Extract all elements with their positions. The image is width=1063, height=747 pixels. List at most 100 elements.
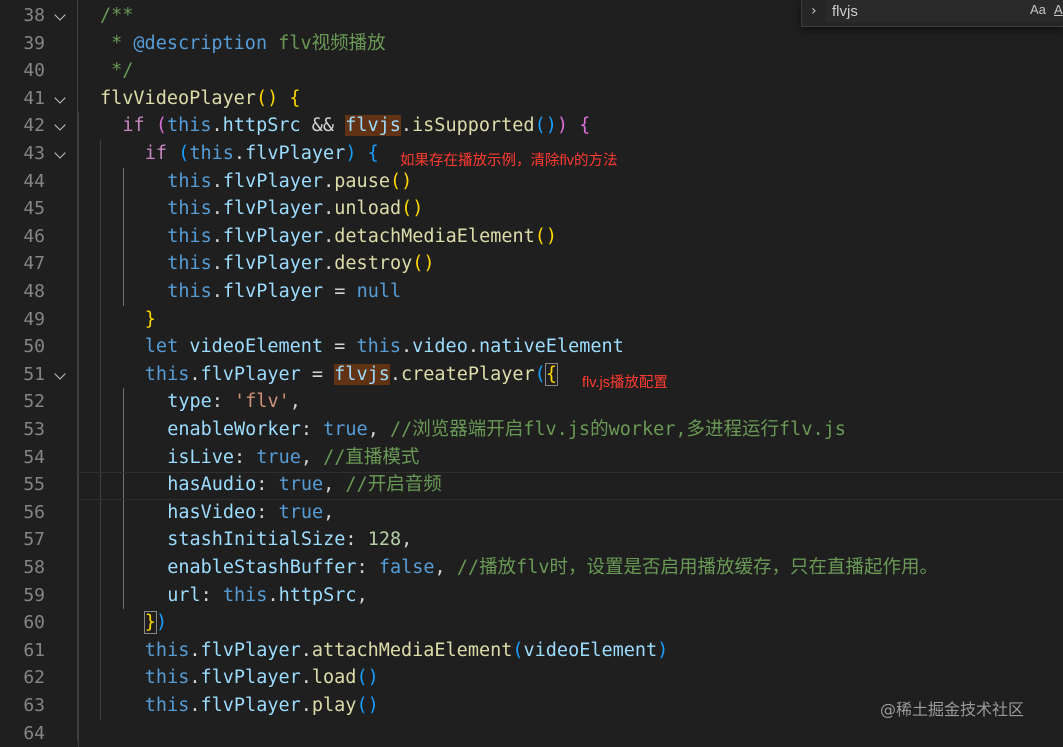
code-token: : [234,446,257,468]
code-line[interactable]: 61 this.flvPlayer.attachMediaElement(vide… [0,637,1063,665]
code-token: pause [334,170,390,192]
code-line[interactable]: 58 enableStashBuffer: false, //播放flv时，设置是… [0,554,1063,582]
code-token: . [323,170,335,192]
code-line[interactable]: 64 [0,720,1063,747]
code-line[interactable]: 40 */ [0,57,1063,85]
code-line[interactable]: 44 this.flvPlayer.pause() [0,168,1063,196]
code-token: flv视频播放 [267,32,386,54]
fold-chevron-icon[interactable] [54,9,66,21]
line-number: 43 [23,143,45,164]
code-token: , [289,391,301,413]
code-text: }) [143,609,167,637]
line-number: 57 [23,529,45,551]
code-line[interactable]: 52 type: 'flv', [0,388,1063,416]
code-line[interactable]: 55 hasAudio: true, //开启音频 [0,471,1063,499]
code-line[interactable]: 59 url: this.httpSrc, [0,582,1063,610]
whole-word-button[interactable]: A [1054,2,1063,17]
fold-chevron-icon[interactable] [54,119,66,132]
line-number: 40 [23,60,45,82]
code-token: video [412,336,468,358]
line-number: 58 [23,557,45,578]
code-text: if (this.flvPlayer) { [145,140,379,168]
code-token: ( [155,115,167,137]
line-number: 47 [23,253,45,275]
code-line[interactable]: 39 * @description flv视频播放 [0,30,1063,58]
code-token: //开启音频 [345,474,442,496]
toggle-replace-chevron-icon[interactable]: › [811,3,817,19]
code-token: = [323,336,357,358]
code-token: flvPlayer [200,667,301,689]
code-line[interactable]: 41 flvVideoPlayer() { [0,85,1063,113]
line-number: 41 [23,87,45,109]
code-token: httpSrc [222,115,301,137]
code-token: , [323,474,346,496]
line-number: 64 [23,722,45,744]
line-number: 45 [23,198,45,220]
code-token: this [356,336,401,358]
fold-chevron-icon[interactable] [54,92,66,104]
code-token: videoElement [523,639,658,661]
code-token: enableStashBuffer [167,557,357,578]
code-token: flvPlayer [222,225,324,247]
code-token: . [300,639,312,661]
code-line[interactable]: 45 this.flvPlayer.unload() [0,195,1063,223]
code-token: () [255,87,279,109]
code-token: true [323,419,368,440]
code-line[interactable]: 42 if (this.httpSrc && flvjs.isSupported(… [0,112,1063,140]
code-token: . [189,667,201,689]
find-input[interactable] [826,0,1063,22]
code-token: /** [100,5,134,26]
code-line[interactable]: 47 this.flvPlayer.destroy() [0,250,1063,278]
line-number: 42 [23,115,45,137]
code-line[interactable]: 51 this.flvPlayer = flvjs.createPlayer({ [0,361,1063,389]
code-token: . [189,363,201,385]
code-token: . [211,198,223,220]
code-token: load [311,667,357,689]
code-text: type: 'flv', [167,388,301,416]
code-token: : [356,557,379,578]
fold-chevron-icon[interactable] [54,368,66,380]
code-token: } [143,611,157,635]
code-line[interactable]: 46 this.flvPlayer.detachMediaElement() [0,223,1063,251]
code-token: . [211,281,223,302]
code-token: () [356,695,379,716]
line-number: 46 [23,225,45,247]
code-token: = [300,363,335,385]
code-token: 128 [367,529,402,551]
code-token: . [189,639,201,661]
code-token: nativeElement [478,336,624,358]
code-token: ) [345,143,357,164]
code-line[interactable]: 50 let videoElement = this.video.nativeEl… [0,333,1063,361]
code-token: flvPlayer [200,695,301,716]
code-line[interactable]: 54 isLive: true, //直播模式 [0,444,1063,472]
code-line[interactable]: 57 stashInitialSize: 128, [0,526,1063,554]
fold-chevron-icon[interactable] [54,147,66,159]
code-line[interactable]: 62 this.flvPlayer.load() [0,664,1063,692]
code-token: hasVideo [167,501,257,523]
code-text: this.flvPlayer = flvjs.createPlayer({ [145,361,558,389]
code-token: flvPlayer [222,253,324,275]
code-token: flvVideoPlayer [100,87,256,109]
code-token: { [289,87,301,109]
code-line[interactable]: 48 this.flvPlayer = null [0,278,1063,306]
code-token: detachMediaElement [334,225,535,247]
code-line[interactable]: 49} [0,306,1063,334]
code-text: this.flvPlayer.pause() [167,168,412,196]
code-text: */ [100,57,133,85]
code-text: url: this.httpSrc, [167,582,368,610]
code-text: this.flvPlayer.detachMediaElement() [167,223,557,251]
code-token: () [412,253,435,275]
code-token: : [211,391,235,413]
match-case-button[interactable]: Aa [1030,2,1046,17]
code-line[interactable]: 53 enableWorker: true, //浏览器端开启flv.js的wor… [0,416,1063,444]
code-text: this.flvPlayer.attachMediaElement(videoE… [145,637,669,665]
code-line[interactable]: 60}) [0,609,1063,637]
code-token: ) [556,115,568,137]
code-token: isSupported [412,115,535,137]
code-line[interactable]: 56 hasVideo: true, [0,499,1063,527]
code-token: this [189,143,234,164]
code-editor[interactable]: 38/** 39 * @description flv视频播放 40 */41 flv… [0,0,1063,747]
code-token: this [144,695,190,716]
